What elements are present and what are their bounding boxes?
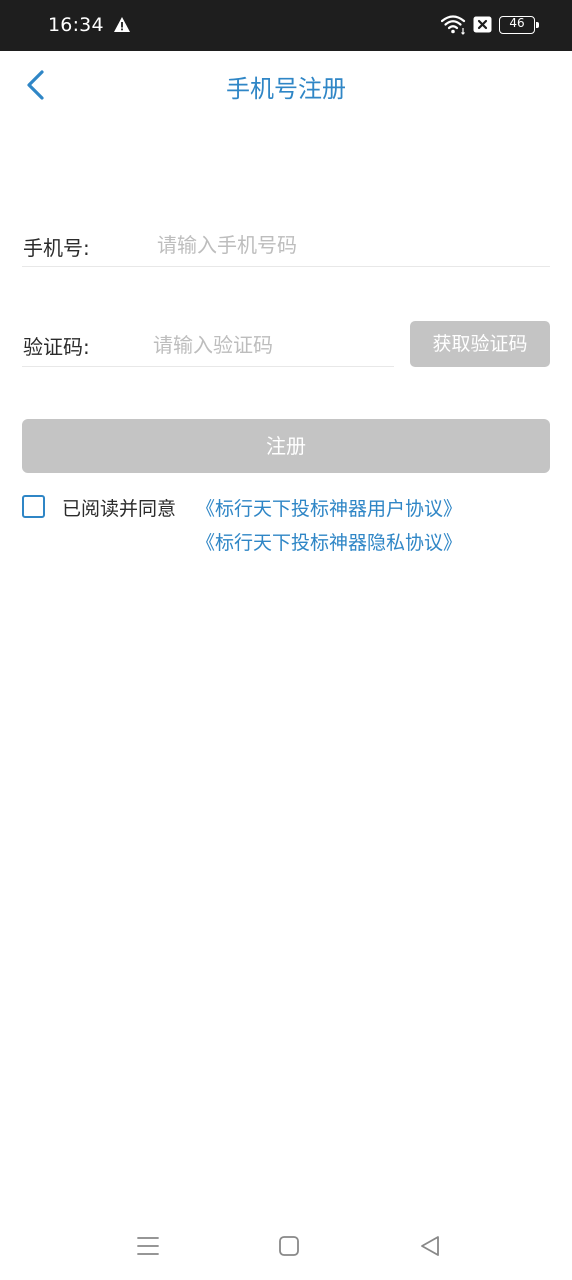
- code-input[interactable]: [153, 330, 388, 360]
- phone-label: 手机号:: [23, 236, 90, 260]
- code-divider: [22, 366, 394, 367]
- sim-disabled-icon: [473, 16, 492, 33]
- status-bar: 16:34 46: [0, 0, 572, 51]
- system-nav-bar: [0, 1210, 572, 1280]
- status-time: 16:34: [48, 14, 104, 36]
- agree-text: 已阅读并同意: [62, 498, 177, 520]
- agree-checkbox[interactable]: [22, 495, 45, 518]
- battery-tip: [536, 22, 539, 28]
- privacy-agreement-link[interactable]: 《标行天下投标神器隐私协议》: [196, 528, 462, 555]
- wifi-icon: [441, 15, 466, 35]
- phone-input[interactable]: [157, 230, 547, 260]
- code-label: 验证码:: [23, 335, 90, 359]
- back-icon[interactable]: [418, 1234, 442, 1258]
- page-title: 手机号注册: [226, 75, 346, 103]
- register-button[interactable]: 注册: [22, 419, 550, 473]
- user-agreement-link[interactable]: 《标行天下投标神器用户协议》: [196, 494, 462, 521]
- home-icon[interactable]: [277, 1234, 301, 1258]
- header: 手机号注册: [0, 51, 572, 121]
- phone-divider: [22, 266, 550, 267]
- menu-icon[interactable]: [136, 1234, 160, 1258]
- warning-icon: [114, 17, 130, 32]
- battery-level: 46: [509, 16, 525, 30]
- get-code-button[interactable]: 获取验证码: [410, 321, 550, 367]
- battery-icon: 46: [499, 16, 539, 34]
